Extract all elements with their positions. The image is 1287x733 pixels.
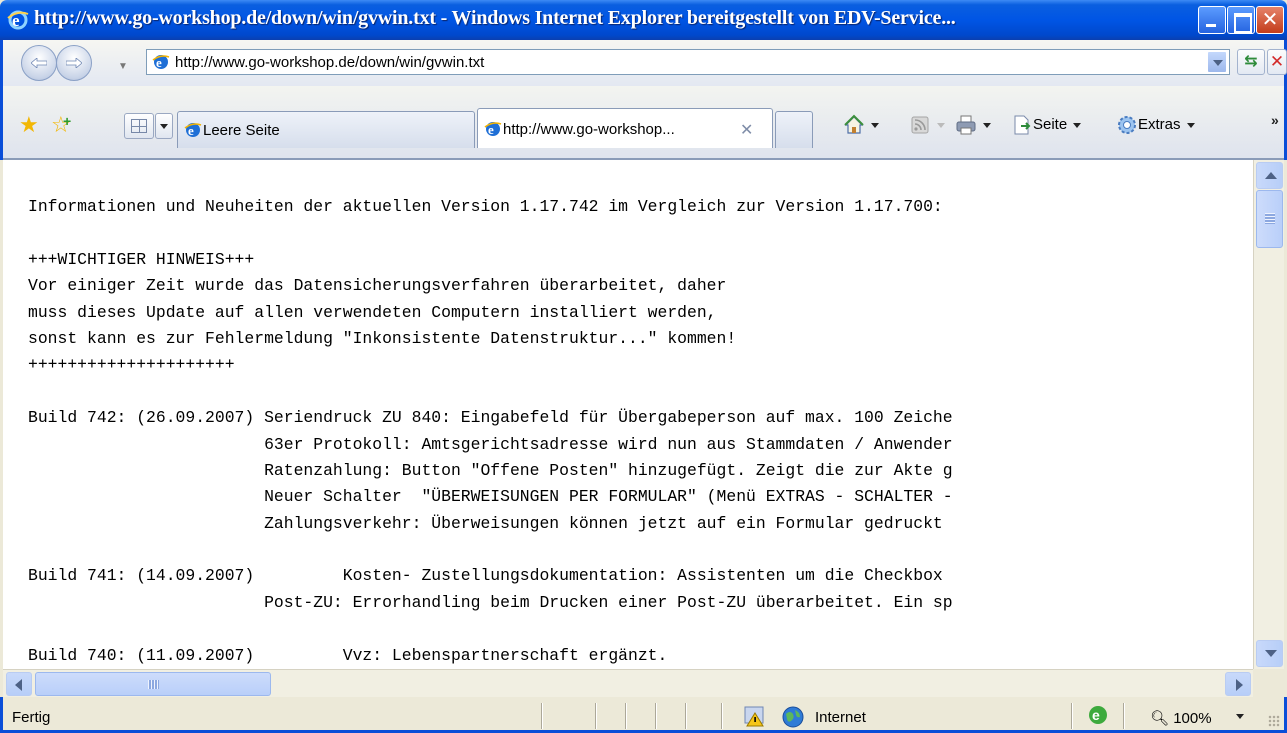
address-dropdown-button[interactable] [1207, 51, 1227, 73]
tab-toolbar-row: ★ ☆ e Leere Seite e http://www.go-worksh… [0, 86, 1287, 160]
scroll-down-button[interactable] [1256, 640, 1283, 667]
tab-close-icon[interactable]: ✕ [740, 120, 753, 140]
page-menu-label: Seite [1033, 115, 1068, 133]
stop-icon: ✕ [1269, 52, 1285, 71]
resize-grip[interactable] [1268, 715, 1280, 727]
printer-icon [956, 115, 976, 135]
maximize-button[interactable] [1227, 6, 1255, 34]
quick-tabs-button[interactable] [124, 113, 154, 139]
address-bar-row: ▼ e http://www.go-workshop.de/down/win/g… [0, 40, 1287, 86]
stop-button[interactable]: ✕ [1267, 49, 1287, 75]
text-document: Informationen und Neuheiten der aktuelle… [28, 160, 953, 669]
refresh-icon: ⇆ [1244, 53, 1258, 70]
address-input[interactable]: e http://www.go-workshop.de/down/win/gvw… [146, 49, 1230, 75]
document-line: Neuer Schalter "ÜBERWEISUNGEN PER FORMUL… [28, 487, 953, 507]
forward-arrow-icon [66, 58, 82, 68]
svg-text:e: e [1092, 707, 1100, 723]
quick-tabs-grid-icon [131, 119, 147, 133]
zoom-magnifier-icon: 🔍︎ [1150, 710, 1170, 727]
document-line: Informationen und Neuheiten der aktuelle… [28, 197, 943, 216]
status-separator [541, 703, 543, 729]
address-url: http://www.go-workshop.de/down/win/gvwin… [175, 54, 485, 71]
document-line: muss dieses Update auf allen verwendeten… [28, 302, 717, 322]
page-ie-icon: e [152, 55, 170, 70]
forward-button[interactable] [56, 45, 92, 81]
protected-mode-warning-icon [744, 706, 764, 727]
document-viewport[interactable]: Informationen und Neuheiten der aktuelle… [3, 160, 1258, 669]
tab-label: http://www.go-workshop... [503, 121, 675, 138]
feed-icon [911, 116, 929, 134]
home-icon [844, 114, 864, 134]
ie-logo-icon: e [7, 10, 29, 30]
feeds-button[interactable] [909, 114, 945, 138]
minimize-icon [1199, 7, 1225, 33]
document-line: Build 742: (26.09.2007) Seriendruck ZU 8… [28, 408, 953, 428]
vertical-scrollbar[interactable] [1253, 160, 1284, 669]
history-dropdown-icon[interactable]: ▼ [118, 61, 128, 72]
new-tab-button[interactable] [775, 111, 813, 148]
minimize-button[interactable] [1198, 6, 1226, 34]
gear-icon [1118, 116, 1136, 134]
zoom-level[interactable]: 🔍︎ 100% [1150, 709, 1212, 727]
title-bar: e http://www.go-workshop.de/down/win/gvw… [0, 0, 1287, 40]
vertical-scroll-thumb[interactable] [1256, 190, 1283, 248]
page-icon [1014, 115, 1031, 135]
document-line: Ratenzahlung: Button "Offene Posten" hin… [28, 460, 953, 480]
document-line: Zahlungsverkehr: Überweisungen können je… [28, 513, 943, 533]
back-button[interactable] [21, 45, 57, 81]
horizontal-scrollbar[interactable] [3, 669, 1253, 697]
status-separator [625, 703, 627, 729]
maximize-icon [1228, 7, 1254, 33]
window-title: http://www.go-workshop.de/down/win/gvwin… [34, 7, 956, 29]
status-bar: Fertig Internet e 🔍︎ 100% [0, 697, 1287, 733]
print-button[interactable] [955, 114, 991, 138]
status-text: Fertig [12, 709, 51, 726]
back-arrow-icon [31, 58, 47, 68]
zoom-dropdown-icon[interactable] [1236, 714, 1244, 719]
horizontal-scroll-thumb[interactable] [35, 672, 271, 696]
tools-menu-button[interactable]: Extras [1116, 114, 1195, 138]
tab-label: Leere Seite [203, 122, 280, 139]
home-button[interactable] [843, 114, 879, 138]
status-separator [655, 703, 657, 729]
favorites-star-icon[interactable]: ★ [19, 114, 41, 136]
toolbar-overflow-chevron-icon[interactable]: » [1271, 112, 1279, 128]
ie-status-logo-icon[interactable]: e [1087, 704, 1109, 726]
document-line: Vor einiger Zeit wurde das Datensicherun… [28, 276, 727, 296]
scrollbar-corner [1253, 669, 1284, 697]
document-line: +++WICHTIGER HINWEIS+++ [28, 249, 255, 269]
close-button[interactable]: ✕ [1256, 6, 1284, 34]
scroll-up-button[interactable] [1256, 162, 1283, 189]
tab-active-page[interactable]: e http://www.go-workshop... ✕ [477, 108, 773, 148]
tab-ie-icon: e [184, 123, 202, 138]
document-line: +++++++++++++++++++++ [28, 355, 235, 375]
page-menu-button[interactable]: Seite [1011, 114, 1082, 138]
close-icon: ✕ [1261, 9, 1279, 31]
zoom-value: 100% [1173, 710, 1212, 727]
document-line: 63er Protokoll: Amtsgerichtsadresse wird… [28, 434, 953, 454]
tab-ie-icon: e [484, 122, 502, 137]
status-separator [1071, 703, 1073, 729]
zone-label: Internet [815, 709, 866, 726]
add-favorite-icon[interactable]: ☆ [51, 110, 73, 136]
tab-leere-seite[interactable]: e Leere Seite [177, 111, 475, 148]
document-line: sonst kann es zur Fehlermeldung "Inkonsi… [28, 328, 737, 348]
scroll-left-button[interactable] [6, 672, 32, 696]
refresh-button[interactable]: ⇆ [1237, 49, 1265, 75]
document-line: Post-ZU: Errorhandling beim Drucken eine… [28, 592, 953, 612]
status-separator [685, 703, 687, 729]
scroll-right-button[interactable] [1225, 672, 1251, 696]
document-line: Build 740: (11.09.2007) Vvz: Lebenspartn… [28, 645, 668, 665]
globe-icon [782, 706, 804, 728]
status-separator [595, 703, 597, 729]
tools-menu-label: Extras [1138, 115, 1181, 133]
status-separator [1123, 703, 1125, 729]
document-line: Build 741: (14.09.2007) Kosten- Zustellu… [28, 566, 943, 586]
tab-list-dropdown[interactable] [155, 113, 173, 139]
status-separator [721, 703, 723, 729]
